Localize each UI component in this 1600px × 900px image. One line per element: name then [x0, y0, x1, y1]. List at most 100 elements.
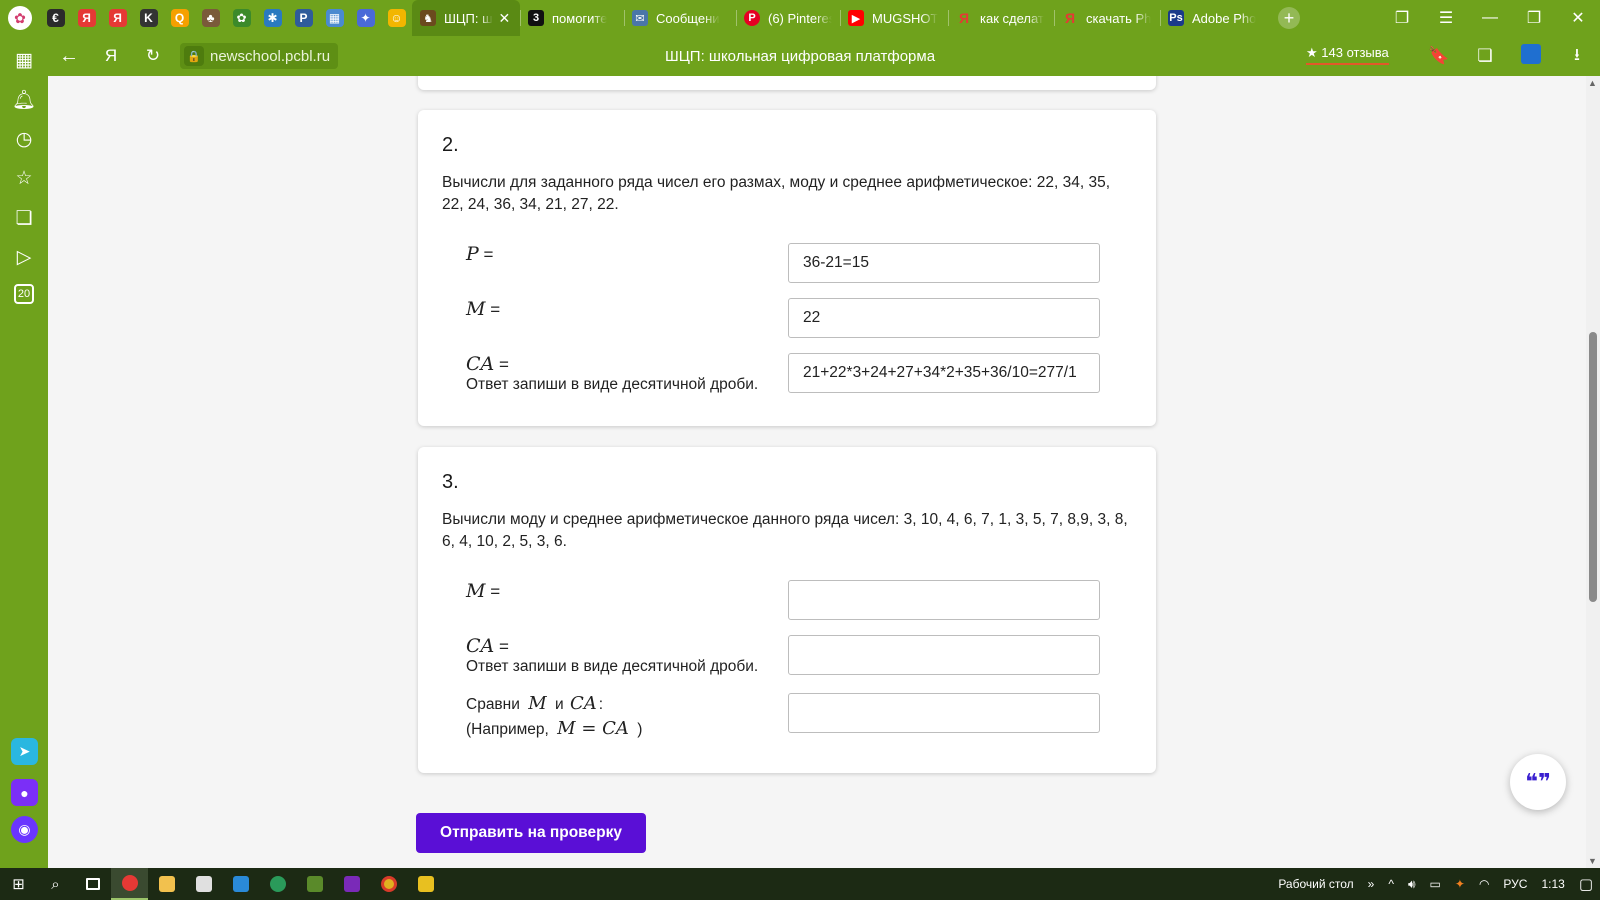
notifications-icon[interactable]: ▢: [1572, 875, 1600, 893]
tab-bar: ✿ € Я Я K Q ♣ ✿ ✱ P ▦ ✦ ☺ ♞ ШЦП: ш ✕ 3 п…: [0, 0, 1600, 36]
desktop-toolbar-label[interactable]: Рабочий стол: [1271, 877, 1360, 891]
pinned-tab-2[interactable]: Я: [71, 0, 102, 36]
collections-icon[interactable]: ❏: [1462, 46, 1508, 66]
pinned-tab-5[interactable]: Q: [164, 0, 195, 36]
compare-label: Сравни M и CA:: [466, 693, 603, 714]
pinned-tab-10[interactable]: ▦: [319, 0, 350, 36]
wifi-icon[interactable]: ◠: [1472, 877, 1496, 891]
favorites-star-icon[interactable]: ☆: [12, 166, 36, 190]
fox-icon[interactable]: ✦: [1448, 877, 1472, 891]
tab-shcp[interactable]: ♞ ШЦП: ш ✕: [412, 0, 520, 36]
minecraft-icon[interactable]: [296, 868, 333, 900]
pinned-site-icon: €: [46, 9, 65, 27]
browser-menu-icon[interactable]: ✿: [0, 0, 40, 36]
store-icon[interactable]: [185, 868, 222, 900]
pinned-tab-1[interactable]: €: [40, 0, 71, 36]
extension-icon[interactable]: [1508, 43, 1554, 69]
alice-app-icon[interactable]: ●: [11, 779, 38, 806]
download-icon[interactable]: ⭳: [1554, 42, 1600, 71]
pinterest-favicon: P: [744, 10, 760, 26]
history-icon[interactable]: ◷: [12, 127, 36, 151]
new-tab-button[interactable]: +: [1278, 7, 1300, 29]
chat-support-icon[interactable]: ❝❞: [1510, 754, 1566, 810]
language-indicator[interactable]: РУС: [1496, 877, 1534, 891]
tabs-overview-icon[interactable]: ❐: [1380, 8, 1424, 28]
mean-answer-input[interactable]: [788, 635, 1100, 675]
close-window-icon[interactable]: ✕: [1556, 8, 1600, 28]
mean-answer-input[interactable]: 21+22*3+24+27+34*2+35+36/10=277/1: [788, 353, 1100, 393]
mode-answer-input[interactable]: [788, 580, 1100, 620]
bell-icon[interactable]: 🔔︎: [12, 88, 36, 112]
tray-arrow-icon[interactable]: ^: [1381, 877, 1401, 891]
yandex-browser-taskbar-icon[interactable]: [111, 868, 148, 900]
youtube-favicon: ▶: [848, 10, 864, 26]
tab-pinterest[interactable]: P (6) Pinteres: [736, 0, 840, 36]
file-explorer-icon[interactable]: [148, 868, 185, 900]
tab-adobe[interactable]: Ps Adobe Pho: [1160, 0, 1264, 36]
app-icon[interactable]: [407, 868, 444, 900]
compare-suffix: :: [598, 696, 604, 713]
chrome-icon[interactable]: [370, 868, 407, 900]
compare-var-b: CA: [569, 693, 597, 714]
mail-icon[interactable]: [222, 868, 259, 900]
volume-icon[interactable]: 🔊︎: [1401, 877, 1423, 892]
task-card-2: 2. Вычисли для заданного ряда чисел его …: [418, 110, 1156, 426]
apps-icon: ▦: [325, 9, 344, 27]
counter-20-icon[interactable]: 20: [14, 284, 34, 304]
equals-sign: =: [478, 245, 494, 264]
onenote-icon[interactable]: [333, 868, 370, 900]
tab-yandex-search-2[interactable]: Я скачать Ph: [1054, 0, 1160, 36]
lock-icon: 🔒: [184, 46, 204, 66]
close-icon[interactable]: ✕: [499, 10, 511, 27]
pinned-tab-3[interactable]: Я: [102, 0, 133, 36]
task-view-icon[interactable]: [74, 868, 111, 900]
reload-button[interactable]: ↻: [132, 36, 174, 76]
scroll-up-arrow-icon[interactable]: ▲: [1588, 78, 1597, 88]
pinned-tab-6[interactable]: ♣: [195, 0, 226, 36]
search-icon[interactable]: ⌕: [37, 868, 74, 900]
pinned-tab-8[interactable]: ✱: [257, 0, 288, 36]
start-windows-icon[interactable]: ⊞: [0, 868, 37, 900]
range-answer-input[interactable]: 36-21=15: [788, 243, 1100, 283]
scroll-down-arrow-icon[interactable]: ▼: [1588, 856, 1597, 866]
alice-assistant-icon[interactable]: ◉: [11, 816, 38, 843]
equals-sign: =: [494, 637, 509, 656]
tab-youtube[interactable]: ▶ MUGSHOT: [840, 0, 948, 36]
pinned-tab-7[interactable]: ✿: [226, 0, 257, 36]
bookmark-icon[interactable]: 🔖: [1416, 46, 1462, 66]
chevron-icon[interactable]: »: [1361, 877, 1382, 891]
q-icon: Q: [170, 9, 189, 27]
pinned-tab-11[interactable]: ✦: [350, 0, 381, 36]
clock[interactable]: 1:13: [1534, 877, 1571, 891]
tab-yandex-search-1[interactable]: Я как сделат: [948, 0, 1054, 36]
task-view-box: [85, 878, 100, 890]
compare-answer-input[interactable]: [788, 693, 1100, 733]
collections-icon[interactable]: ❏: [12, 206, 36, 230]
restore-icon[interactable]: ❐: [1512, 8, 1556, 28]
url-field[interactable]: 🔒 newschool.pcbl.ru: [180, 43, 339, 69]
window-controls: ❐ ☰ — ❐ ✕: [1380, 0, 1600, 36]
pinned-tab-9[interactable]: P: [288, 0, 319, 36]
pinwheel-icon: ✱: [263, 9, 282, 27]
pinned-tab-4[interactable]: K: [133, 0, 164, 36]
battery-icon[interactable]: ▭: [1423, 877, 1448, 891]
back-button[interactable]: ←: [48, 36, 90, 76]
play-icon[interactable]: ▷: [12, 245, 36, 269]
apps-grid-icon[interactable]: ▦: [12, 48, 36, 72]
mode-label: M =: [466, 298, 500, 320]
mode-answer-input[interactable]: 22: [788, 298, 1100, 338]
reviews-badge[interactable]: ★ 143 отзыва: [1306, 43, 1389, 65]
xbox-icon[interactable]: [259, 868, 296, 900]
send-app-icon[interactable]: ➤: [11, 738, 38, 765]
pinned-tab-12[interactable]: ☺: [381, 0, 412, 36]
yandex-home-button[interactable]: Я: [90, 36, 132, 76]
submit-button[interactable]: Отправить на проверку: [416, 813, 646, 853]
mean-variable: CA: [466, 635, 495, 657]
tab-pomogite[interactable]: 3 помогите: [520, 0, 624, 36]
scrollbar-thumb[interactable]: [1589, 332, 1597, 602]
tab-messages[interactable]: ✉ Сообщени: [624, 0, 736, 36]
menu-icon[interactable]: ☰: [1424, 8, 1468, 28]
page-scrollbar[interactable]: ▲ ▼: [1586, 76, 1600, 868]
tab-label: Сообщени: [656, 10, 720, 26]
minimize-icon[interactable]: —: [1468, 9, 1512, 27]
